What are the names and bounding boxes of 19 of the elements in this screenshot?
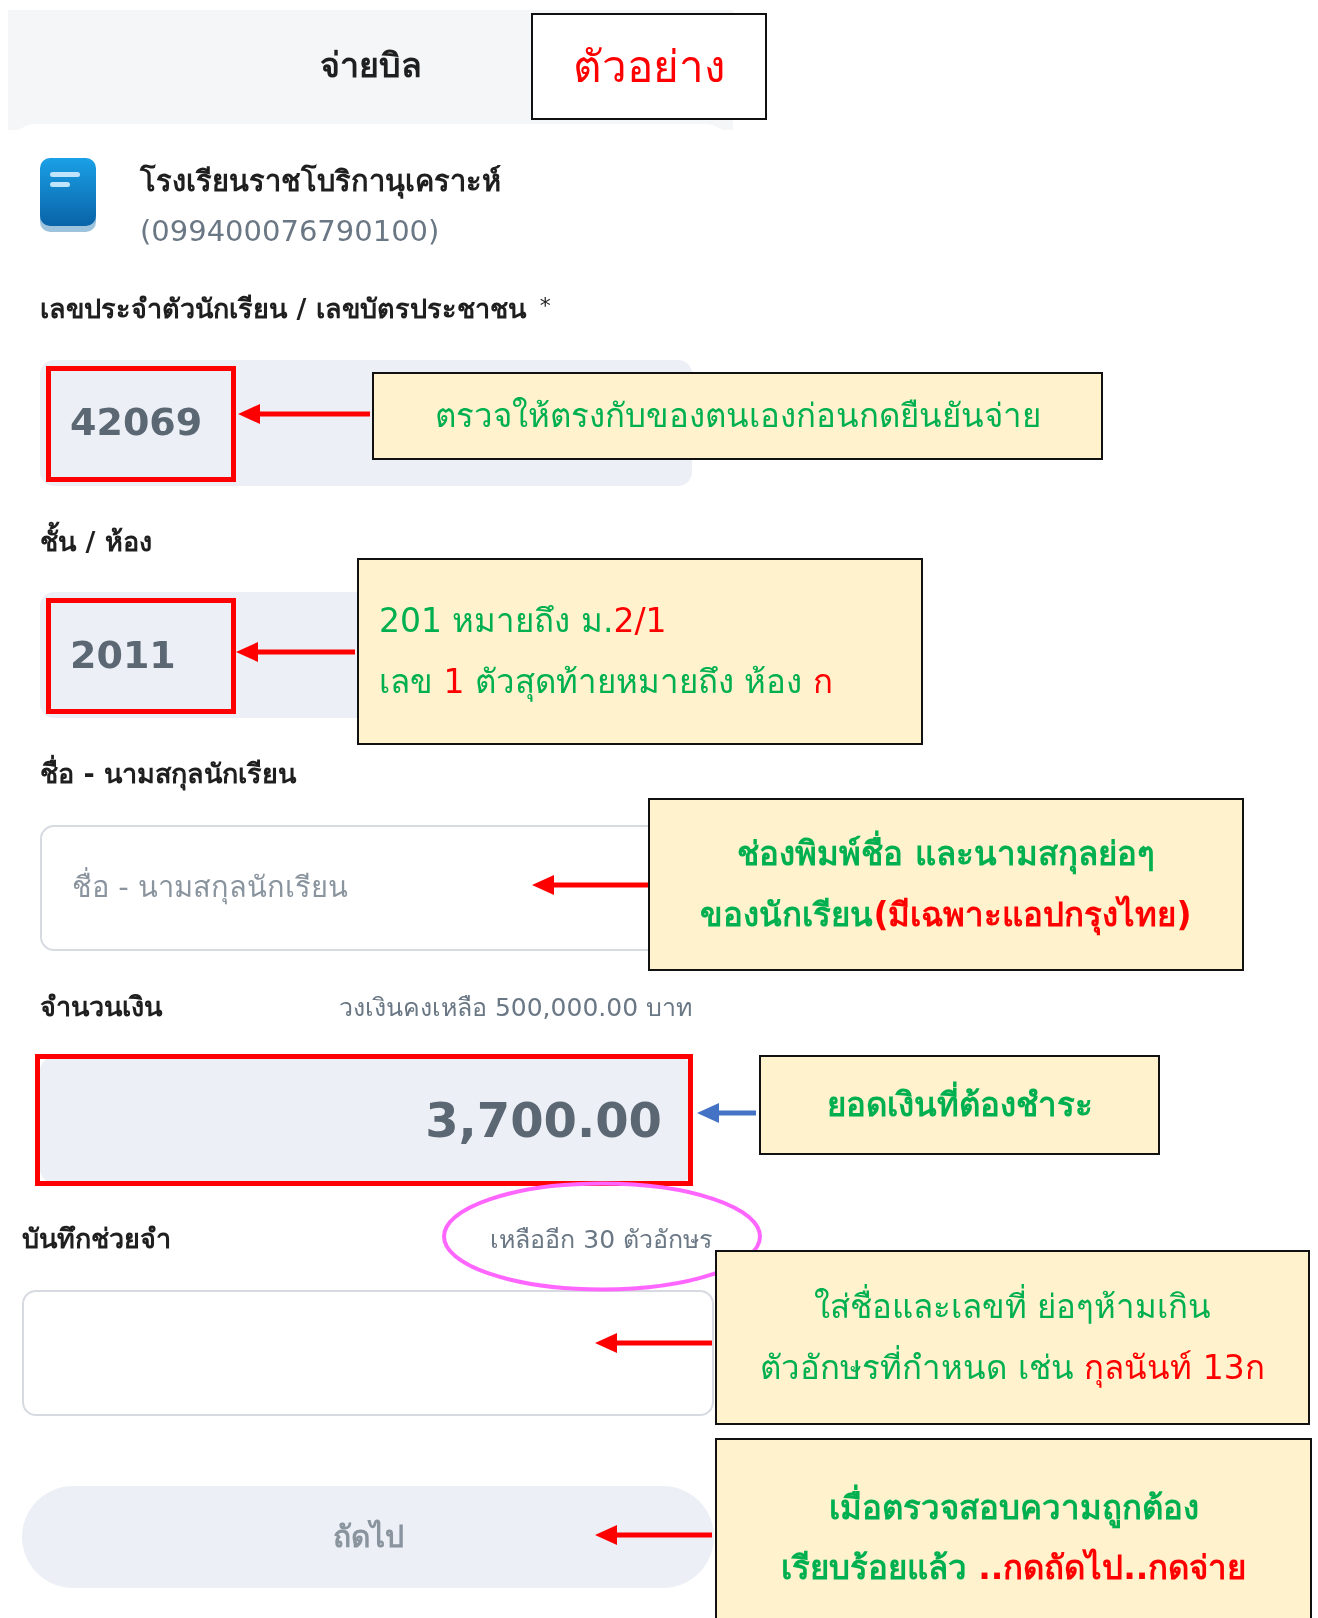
note-text: เรียบร้อยแล้ว ..กดถัดไป..กดจ่าย [780,1547,1247,1589]
biller-name: โรงเรียนราชโบริกานุเคราะห์ [140,163,501,201]
note-text: ของนักเรียน(มีเฉพาะแอปกรุงไทย) [700,893,1192,938]
note-text: ตัวอักษรที่กำหนด เช่น กุลนันท์ 13ก [760,1344,1265,1390]
note-text: เมื่อตรวจสอบความถูกต้อง [828,1484,1199,1531]
note-text: 201 หมายถึง ม.2/1 [379,600,667,643]
limit-hint: วงเงินคงเหลือ 500,000.00 บาท [338,991,692,1024]
note-text: เลข 1 ตัวสุดท้ายหมายถึง ห้อง ก [379,660,833,704]
note-text: ยอดเงินที่ต้องชำระ [826,1081,1093,1129]
required-mark: * [539,293,551,318]
page-title: จ่ายบิล [319,43,422,87]
field-label: บันทึกช่วยจำ [22,1223,171,1254]
character-counter: เหลืออีก 30 ตัวอักษร [490,1224,712,1256]
biller-code: (099400076790100) [140,212,441,250]
field-label: จำนวนเงิน [40,990,162,1022]
sample-stamp: ตัวอย่าง [531,13,767,120]
note-text: ใส่ชื่อและเลขที่ ย่อๆห้ามเกิน [813,1284,1212,1331]
field-label: เลขประจำตัวนักเรียน / เลขบัตรประชาชน [40,293,526,324]
note-text: ช่องพิมพ์ชื่อ และนามสกุลย่อๆ [737,831,1155,878]
